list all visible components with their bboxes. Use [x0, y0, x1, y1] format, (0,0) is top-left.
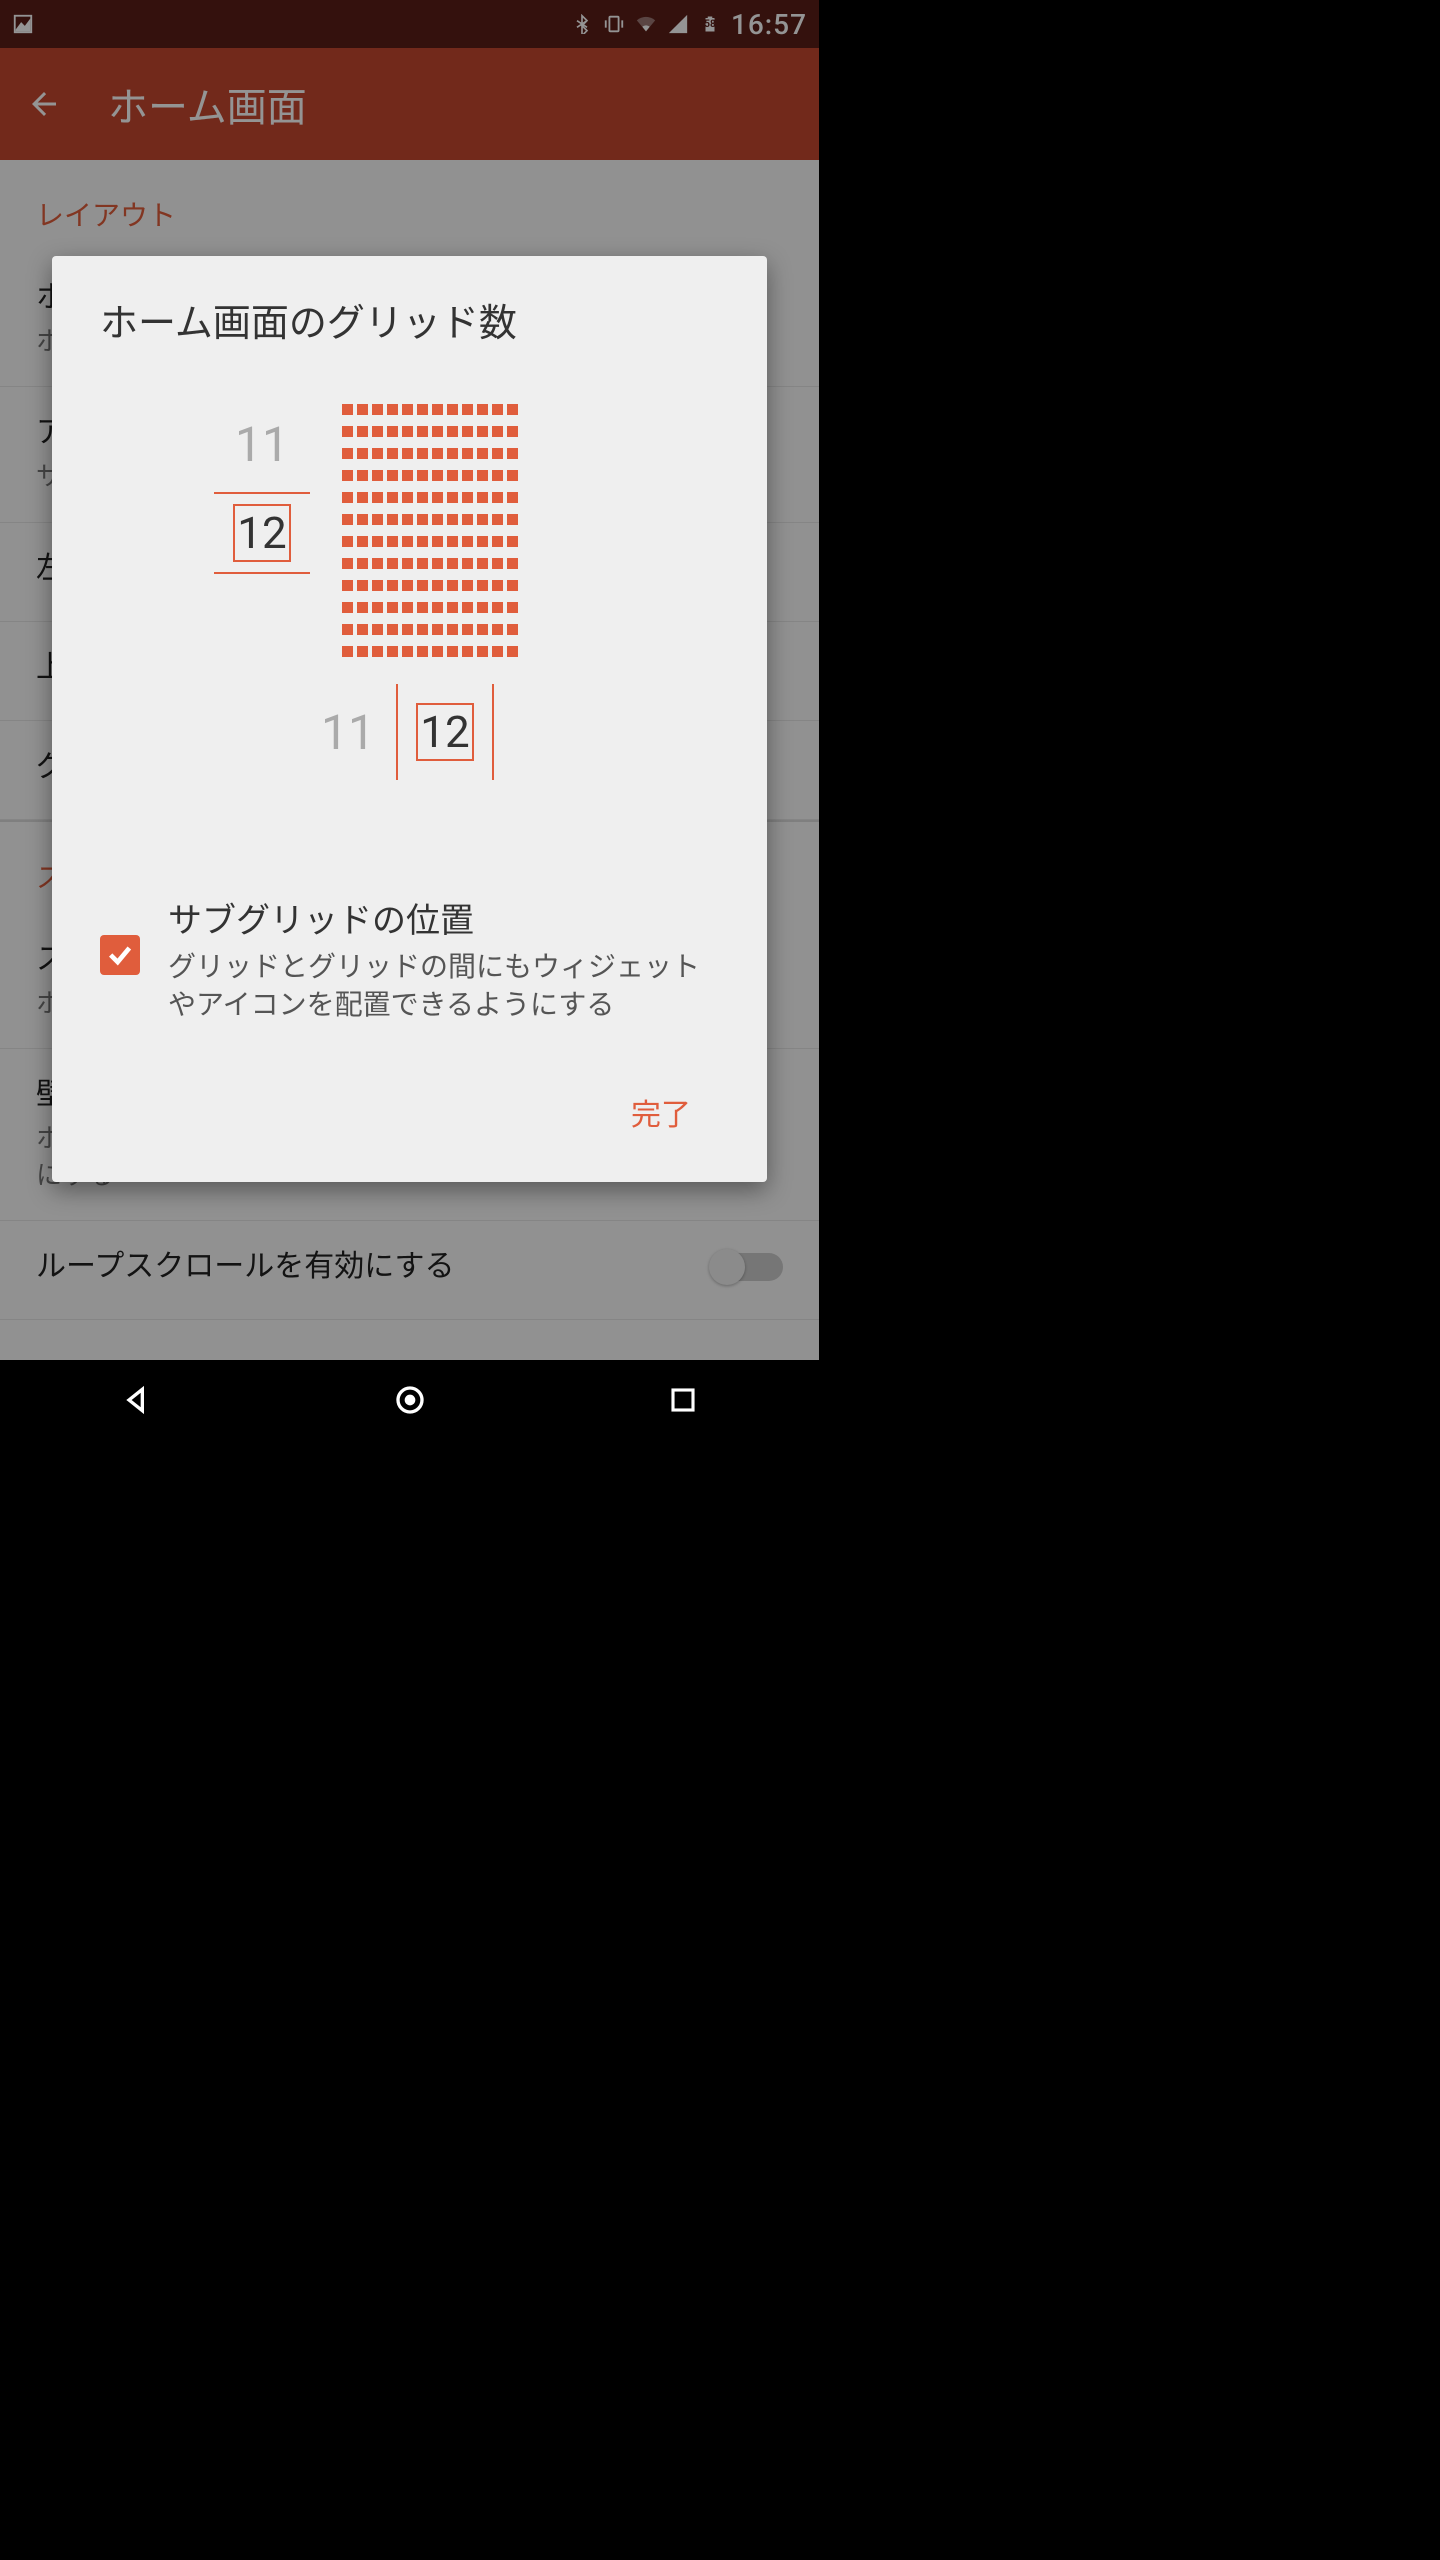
cols-picker[interactable]: 11 12: [300, 684, 494, 780]
nav-home-icon[interactable]: [386, 1376, 434, 1424]
nav-back-icon[interactable]: [113, 1376, 161, 1424]
rows-selected-value[interactable]: 12: [233, 504, 291, 562]
cols-prev-value[interactable]: 11: [300, 684, 396, 780]
subgrid-checkbox[interactable]: [100, 935, 140, 975]
grid-size-dialog: ホーム画面のグリッド数 11 12 11 12 サブグリッドの位置 グリッドとグ…: [52, 256, 767, 1182]
picker-divider: [214, 492, 310, 494]
checkbox-title: サブグリッドの位置: [168, 893, 719, 942]
picker-divider: [214, 572, 310, 574]
picker-divider: [492, 684, 494, 780]
done-button[interactable]: 完了: [603, 1072, 719, 1152]
cols-selected-value[interactable]: 12: [416, 703, 474, 761]
picker-divider: [396, 684, 398, 780]
dialog-title: ホーム画面のグリッド数: [100, 292, 719, 347]
nav-recent-icon[interactable]: [659, 1376, 707, 1424]
rows-prev-value[interactable]: 11: [235, 396, 289, 492]
grid-preview: [342, 404, 519, 665]
rows-picker[interactable]: 11 12: [202, 396, 322, 574]
navigation-bar: [0, 1360, 819, 1440]
checkbox-subtitle: グリッドとグリッドの間にもウィジェットやアイコンを配置できるようにする: [168, 948, 719, 1024]
